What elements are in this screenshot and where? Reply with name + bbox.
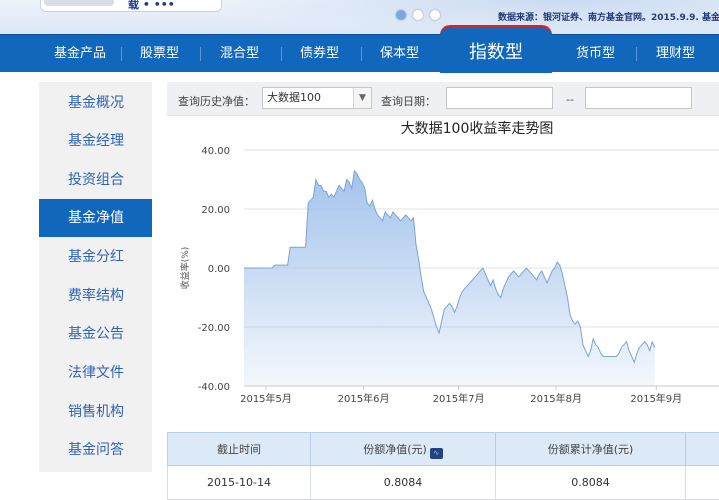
y-tick-label: 0.00 <box>208 264 230 275</box>
chart-title: 大数据100收益率走势图 <box>400 121 554 137</box>
chart-icon[interactable]: ∿ <box>429 448 443 459</box>
y-tick-label: -20.00 <box>198 323 230 334</box>
table-header-acc-nav: 份额累计净值(元) <box>495 432 686 466</box>
x-tick-label: 2015年8月 <box>530 392 582 405</box>
y-tick-label: 20.00 <box>201 205 230 216</box>
x-tick-label: 2015年5月 <box>240 392 292 405</box>
page: 载 • ••• 数据来源：银河证券、南方基金官网。2015.9.9. 基金 基金… <box>0 0 719 500</box>
sidebar-item-faq[interactable]: 基金问答 <box>39 431 152 469</box>
x-tick-label: 2015年6月 <box>338 392 390 405</box>
series-area <box>244 170 655 386</box>
table-header-extra <box>685 432 719 466</box>
y-tick-label: 40.00 <box>201 146 230 157</box>
table-cell-date: 2015-10-14 <box>167 466 311 500</box>
nav-table: 截止时间 份额净值(元) ∿ 份额累计净值(元) 2015-10-14 0.808… <box>167 432 719 500</box>
table-header-date: 截止时间 <box>167 432 311 466</box>
return-trend-chart: 40.00 20.00 0.00 -20.00 -40.00 2015年5月 2015年6月… <box>179 146 719 405</box>
table-cell-acc-nav: 0.8084 <box>495 466 686 500</box>
table-header-unit-nav: 份额净值(元) ∿ <box>310 432 496 466</box>
x-tick-label: 2015年9月 <box>630 392 682 405</box>
y-axis-label: 收益率(%) <box>179 247 191 290</box>
y-tick-label: -40.00 <box>198 382 230 393</box>
table-header-unit-nav-label: 份额净值(元) <box>363 443 427 456</box>
table-cell-unit-nav: 0.8084 <box>310 466 496 500</box>
table-cell-extra <box>685 466 719 500</box>
x-tick-label: 2015年7月 <box>433 392 485 405</box>
